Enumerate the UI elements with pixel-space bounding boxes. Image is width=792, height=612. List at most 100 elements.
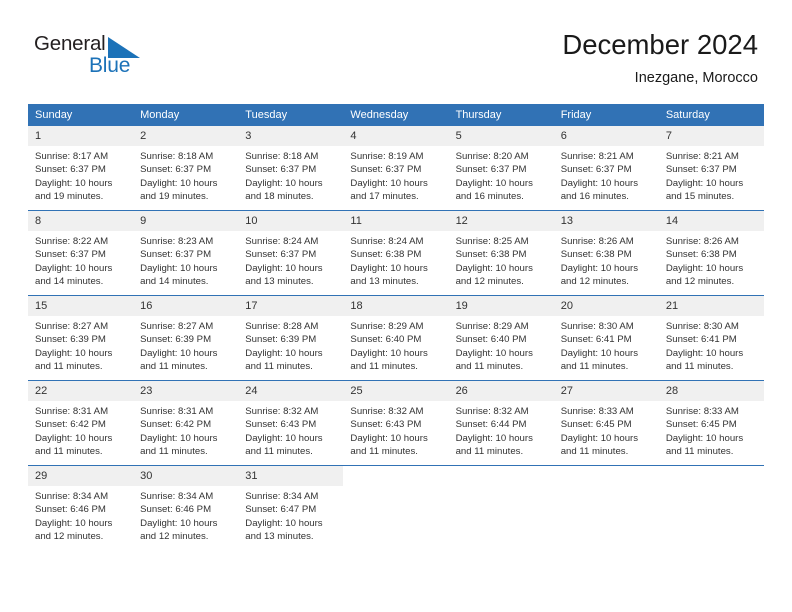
general-blue-logo[interactable]: General Blue [34, 32, 214, 84]
calendar-day-cell[interactable]: 7 Sunrise: 8:21 AM Sunset: 6:37 PM Daylight… [658, 126, 764, 211]
daylight-duration-line1: Daylight: 10 hours [350, 177, 428, 189]
daylight-duration-line1: Daylight: 10 hours [350, 262, 428, 274]
calendar-day-cell[interactable]: 30 Sunrise: 8:34 AM Sunset: 6:46 PM Dayligh… [133, 465, 239, 550]
sunrise-time: Sunrise: 8:29 AM [455, 321, 529, 332]
daylight-duration-line1: Daylight: 10 hours [350, 347, 428, 359]
day-number: 23 [133, 381, 239, 401]
calendar-day-cell[interactable]: 17 Sunrise: 8:28 AM Sunset: 6:39 PM Dayligh… [238, 295, 344, 381]
daylight-duration-line2: and 12 minutes. [665, 276, 735, 288]
daylight-duration-line2: and 11 minutes. [455, 446, 524, 458]
sunset-time: Sunset: 6:39 PM [245, 334, 317, 346]
calendar-day-cell[interactable]: 3 Sunrise: 8:18 AM Sunset: 6:37 PM Daylight… [238, 126, 344, 211]
calendar-day-cell[interactable]: 4 Sunrise: 8:19 AM Sunset: 6:37 PM Daylight… [343, 126, 449, 211]
daylight-duration-line2: and 15 minutes. [665, 191, 735, 203]
day-details: Sunrise: 8:32 AM Sunset: 6:44 PM Daylight:… [449, 401, 554, 459]
daylight-duration-line1: Daylight: 10 hours [665, 177, 744, 189]
day-details: Sunrise: 8:20 AM Sunset: 6:37 PM Daylight:… [449, 146, 554, 204]
calendar-day-cell-empty [553, 465, 659, 550]
sunrise-time: Sunrise: 8:21 AM [560, 151, 634, 162]
calendar-day-cell-empty [658, 465, 764, 550]
sunrise-time: Sunrise: 8:19 AM [350, 151, 424, 162]
calendar-day-cell[interactable]: 16 Sunrise: 8:27 AM Sunset: 6:39 PM Dayligh… [133, 295, 239, 381]
calendar-day-cell[interactable]: 10 Sunrise: 8:24 AM Sunset: 6:37 PM Dayligh… [238, 210, 344, 296]
daylight-duration-line2: and 11 minutes. [245, 361, 313, 373]
calendar-day-cell[interactable]: 27 Sunrise: 8:33 AM Sunset: 6:45 PM Dayligh… [553, 380, 659, 466]
calendar-grid: Sunday Monday Tuesday Wednesday Thursday… [28, 104, 764, 550]
calendar-day-cell[interactable]: 29 Sunrise: 8:34 AM Sunset: 6:46 PM Dayligh… [28, 465, 134, 550]
sunrise-time: Sunrise: 8:28 AM [245, 321, 319, 332]
daylight-duration-line2: and 13 minutes. [245, 531, 314, 543]
sunset-time: Sunset: 6:38 PM [665, 249, 737, 261]
calendar-day-cell[interactable]: 14 Sunrise: 8:26 AM Sunset: 6:38 PM Dayligh… [658, 210, 764, 296]
day-number: 26 [448, 381, 554, 401]
calendar-day-cell[interactable]: 24 Sunrise: 8:32 AM Sunset: 6:43 PM Dayligh… [238, 380, 344, 466]
calendar-day-cell[interactable]: 2 Sunrise: 8:18 AM Sunset: 6:37 PM Daylight… [133, 126, 239, 211]
daylight-duration-line2: and 11 minutes. [560, 361, 629, 373]
daylight-duration-line1: Daylight: 10 hours [245, 432, 323, 444]
day-number: 8 [28, 211, 134, 231]
calendar-day-cell[interactable]: 26 Sunrise: 8:32 AM Sunset: 6:44 PM Dayligh… [448, 380, 554, 466]
calendar-day-cell-empty [343, 465, 449, 550]
day-details: Sunrise: 8:31 AM Sunset: 6:42 PM Daylight:… [28, 401, 133, 459]
sunset-time: Sunset: 6:37 PM [665, 164, 737, 176]
sunset-time: Sunset: 6:37 PM [35, 164, 106, 176]
calendar-day-cell[interactable]: 19 Sunrise: 8:29 AM Sunset: 6:40 PM Dayligh… [448, 295, 554, 381]
day-details: Sunrise: 8:34 AM Sunset: 6:46 PM Daylight:… [133, 486, 238, 544]
calendar-day-cell[interactable]: 13 Sunrise: 8:26 AM Sunset: 6:38 PM Dayligh… [553, 210, 659, 296]
day-number: 3 [238, 126, 344, 146]
sunset-time: Sunset: 6:46 PM [140, 504, 212, 516]
day-details: Sunrise: 8:30 AM Sunset: 6:41 PM Daylight:… [659, 316, 764, 374]
calendar-day-cell[interactable]: 1 Sunrise: 8:17 AM Sunset: 6:37 PM Daylight… [28, 126, 134, 211]
calendar-day-cell[interactable]: 28 Sunrise: 8:33 AM Sunset: 6:45 PM Dayligh… [658, 380, 764, 466]
day-number: 5 [448, 126, 554, 146]
day-details: Sunrise: 8:29 AM Sunset: 6:40 PM Daylight:… [449, 316, 554, 374]
daylight-duration-line1: Daylight: 10 hours [140, 347, 218, 359]
calendar-day-cell[interactable]: 5 Sunrise: 8:20 AM Sunset: 6:37 PM Daylight… [448, 126, 554, 211]
calendar-day-cell[interactable]: 25 Sunrise: 8:32 AM Sunset: 6:43 PM Dayligh… [343, 380, 449, 466]
sunrise-time: Sunrise: 8:32 AM [350, 406, 424, 417]
calendar-day-cell[interactable]: 23 Sunrise: 8:31 AM Sunset: 6:42 PM Dayligh… [133, 380, 239, 466]
calendar-day-cell[interactable]: 11 Sunrise: 8:24 AM Sunset: 6:38 PM Dayligh… [343, 210, 449, 296]
daylight-duration-line1: Daylight: 10 hours [560, 432, 639, 444]
calendar-day-cell[interactable]: 12 Sunrise: 8:25 AM Sunset: 6:38 PM Dayligh… [448, 210, 554, 296]
sunset-time: Sunset: 6:38 PM [560, 249, 632, 261]
sunset-time: Sunset: 6:46 PM [35, 504, 106, 516]
day-number [659, 466, 764, 486]
day-number: 6 [553, 126, 659, 146]
sunset-time: Sunset: 6:37 PM [245, 164, 317, 176]
calendar-week-row: 15 Sunrise: 8:27 AM Sunset: 6:39 PM Dayligh… [28, 295, 764, 381]
calendar-day-cell[interactable]: 18 Sunrise: 8:29 AM Sunset: 6:40 PM Dayligh… [343, 295, 449, 381]
sunset-time: Sunset: 6:39 PM [140, 334, 212, 346]
day-details: Sunrise: 8:33 AM Sunset: 6:45 PM Daylight:… [554, 401, 659, 459]
daylight-duration-line2: and 17 minutes. [350, 191, 419, 203]
sunrise-time: Sunrise: 8:34 AM [140, 491, 214, 502]
sunset-time: Sunset: 6:41 PM [665, 334, 737, 346]
calendar-week-row: 1 Sunrise: 8:17 AM Sunset: 6:37 PM Daylight… [28, 126, 764, 211]
day-number: 1 [28, 126, 134, 146]
sunrise-time: Sunrise: 8:20 AM [455, 151, 529, 162]
daylight-duration-line2: and 12 minutes. [35, 531, 104, 543]
daylight-duration-line1: Daylight: 10 hours [560, 177, 639, 189]
day-number [449, 466, 554, 486]
day-number: 7 [658, 126, 764, 146]
daylight-duration-line2: and 11 minutes. [455, 361, 524, 373]
day-number: 20 [553, 296, 659, 316]
weekday-header-sunday: Sunday [28, 104, 134, 126]
calendar-day-cell[interactable]: 8 Sunrise: 8:22 AM Sunset: 6:37 PM Daylight… [28, 210, 134, 296]
calendar-day-cell[interactable]: 15 Sunrise: 8:27 AM Sunset: 6:39 PM Dayligh… [28, 295, 134, 381]
day-number: 18 [343, 296, 449, 316]
day-number: 19 [448, 296, 554, 316]
calendar-day-cell[interactable]: 22 Sunrise: 8:31 AM Sunset: 6:42 PM Dayligh… [28, 380, 134, 466]
day-details: Sunrise: 8:25 AM Sunset: 6:38 PM Daylight:… [449, 231, 554, 289]
daylight-duration-line1: Daylight: 10 hours [455, 432, 533, 444]
calendar-day-cell[interactable]: 31 Sunrise: 8:34 AM Sunset: 6:47 PM Dayligh… [238, 465, 344, 550]
calendar-day-cell[interactable]: 21 Sunrise: 8:30 AM Sunset: 6:41 PM Dayligh… [658, 295, 764, 381]
calendar-day-cell[interactable]: 6 Sunrise: 8:21 AM Sunset: 6:37 PM Daylight… [553, 126, 659, 211]
weekday-header-monday: Monday [133, 104, 239, 126]
daylight-duration-line1: Daylight: 10 hours [245, 262, 323, 274]
day-number: 10 [238, 211, 344, 231]
sunrise-time: Sunrise: 8:18 AM [245, 151, 319, 162]
calendar-day-cell[interactable]: 20 Sunrise: 8:30 AM Sunset: 6:41 PM Dayligh… [553, 295, 659, 381]
calendar-day-cell[interactable]: 9 Sunrise: 8:23 AM Sunset: 6:37 PM Daylight… [133, 210, 239, 296]
sunset-time: Sunset: 6:37 PM [35, 249, 106, 261]
